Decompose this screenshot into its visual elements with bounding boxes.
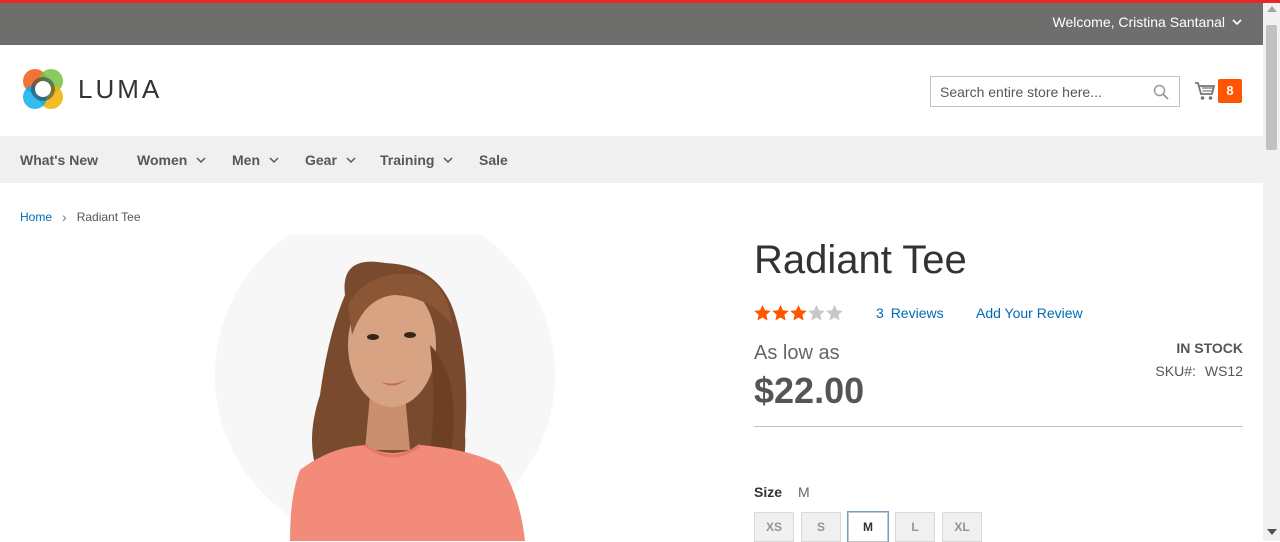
- nav-item-label: Sale: [479, 152, 508, 168]
- chevron-down-icon: [1232, 19, 1242, 26]
- reviews-label: Reviews: [890, 305, 944, 321]
- breadcrumb-current: Radiant Tee: [76, 210, 141, 224]
- rating-stars: [754, 305, 843, 321]
- nav-item-whats-new[interactable]: What's New: [20, 152, 98, 168]
- cart-icon: [1195, 82, 1216, 100]
- product-price: $22.00: [754, 370, 865, 411]
- star-icon: [754, 305, 771, 321]
- logo-text: LUMA: [78, 73, 163, 104]
- star-icon: [826, 305, 843, 321]
- search-box[interactable]: [930, 76, 1180, 107]
- info-divider: [754, 426, 1243, 427]
- add-review-link[interactable]: Add Your Review: [976, 305, 1083, 321]
- nav-item-women[interactable]: Women: [137, 152, 207, 168]
- nav-item-training[interactable]: Training: [380, 152, 454, 168]
- nav-item-label: Women: [137, 152, 188, 168]
- breadcrumb-separator: ›: [62, 209, 67, 225]
- main-navigation: What's New Women Men Gear Training Sale: [0, 136, 1263, 183]
- nav-item-label: Training: [380, 152, 435, 168]
- size-swatch-xs[interactable]: XS: [754, 512, 794, 542]
- logo-icon: [23, 69, 63, 109]
- product-image-gallery[interactable]: [0, 235, 740, 541]
- scroll-down-arrow-icon[interactable]: [1267, 529, 1277, 535]
- customer-welcome-menu[interactable]: Welcome, Cristina Santanal: [1053, 14, 1243, 30]
- star-icon: [790, 305, 807, 321]
- size-label: Size: [754, 484, 783, 500]
- chevron-down-icon: [269, 157, 279, 164]
- nav-item-label: Gear: [305, 152, 337, 168]
- size-swatch-m[interactable]: M: [847, 511, 889, 542]
- cart-count-badge: 8: [1218, 79, 1242, 103]
- product-photo: [215, 235, 555, 541]
- sku-label: SKU#:: [1155, 363, 1196, 379]
- breadcrumb: Home › Radiant Tee: [20, 209, 141, 225]
- scroll-up-arrow-icon[interactable]: [1267, 6, 1277, 12]
- nav-item-gear[interactable]: Gear: [305, 152, 357, 168]
- breadcrumb-home-link[interactable]: Home: [20, 210, 52, 224]
- scrollbar-thumb[interactable]: [1266, 25, 1277, 150]
- size-swatch-l[interactable]: L: [895, 512, 935, 542]
- product-sku: SKU#: WS12: [1155, 363, 1243, 379]
- price-label: As low as: [754, 342, 840, 364]
- minicart[interactable]: 8: [1194, 79, 1242, 103]
- panel-header: Welcome, Cristina Santanal: [0, 3, 1263, 45]
- store-logo[interactable]: LUMA: [20, 66, 162, 112]
- star-icon: [808, 305, 825, 321]
- product-title: Radiant Tee: [754, 238, 967, 282]
- stock-status: IN STOCK: [1176, 340, 1243, 356]
- size-selected-value: M: [798, 484, 810, 500]
- star-icon: [772, 305, 789, 321]
- size-swatch-s[interactable]: S: [801, 512, 841, 542]
- reviews-count: 3: [876, 305, 884, 321]
- welcome-text: Welcome, Cristina Santanal: [1052, 14, 1225, 30]
- nav-item-label: Men: [232, 152, 260, 168]
- sku-value: WS12: [1204, 363, 1243, 379]
- nav-item-label: What's New: [20, 152, 99, 168]
- chevron-down-icon: [443, 157, 453, 164]
- chevron-down-icon: [196, 157, 206, 164]
- nav-item-sale[interactable]: Sale: [479, 152, 508, 168]
- chevron-down-icon: [346, 157, 356, 164]
- nav-item-men[interactable]: Men: [232, 152, 280, 168]
- search-icon[interactable]: [1153, 84, 1169, 100]
- search-input[interactable]: [931, 83, 1159, 100]
- size-swatch-xl[interactable]: XL: [942, 512, 982, 542]
- reviews-link[interactable]: 3 Reviews: [876, 305, 944, 321]
